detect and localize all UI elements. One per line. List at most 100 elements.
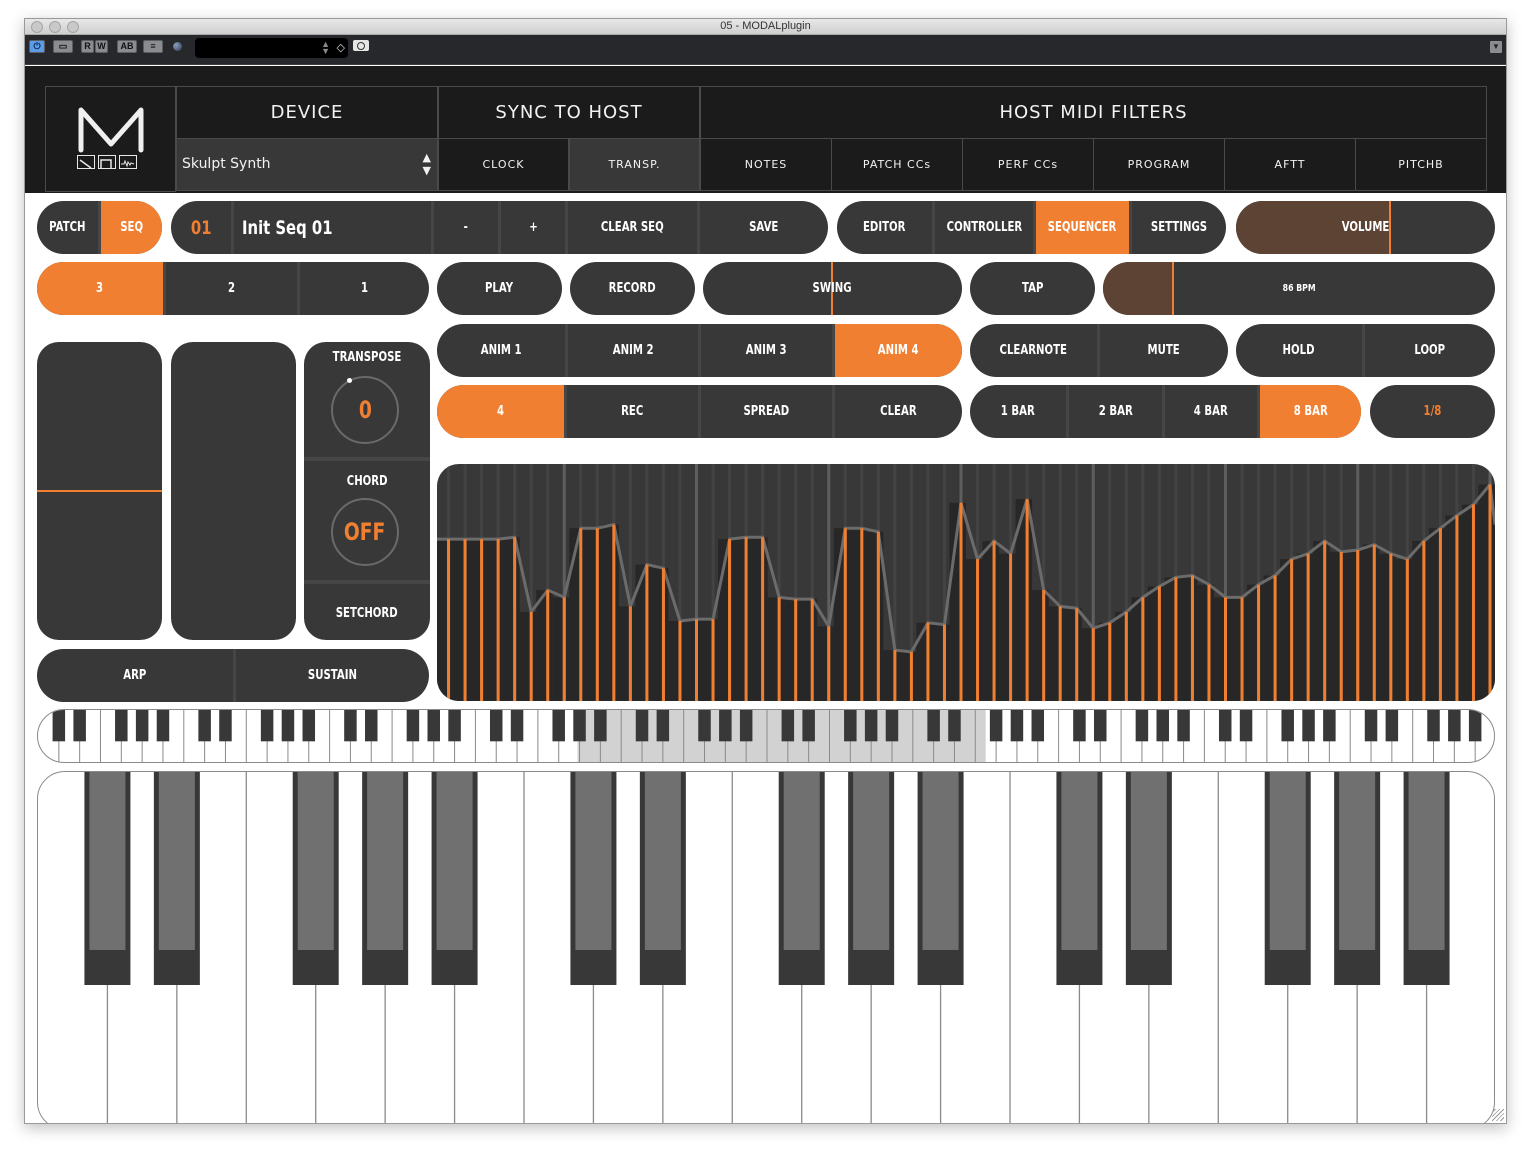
mini-black-key[interactable] bbox=[1281, 710, 1294, 742]
record-button[interactable]: RECORD bbox=[570, 262, 695, 315]
sequencer-graph[interactable] bbox=[437, 464, 1495, 701]
mini-black-key[interactable] bbox=[927, 710, 940, 742]
mini-black-key[interactable] bbox=[989, 710, 1003, 742]
mini-black-key[interactable] bbox=[344, 710, 357, 742]
black-key[interactable] bbox=[639, 772, 686, 985]
arp-button[interactable]: ARP bbox=[37, 649, 233, 702]
black-key[interactable] bbox=[84, 772, 131, 985]
setchord-button[interactable]: SETCHORD bbox=[304, 606, 430, 621]
tap-tempo-button[interactable]: TAP bbox=[970, 262, 1095, 315]
mini-black-key[interactable] bbox=[594, 710, 607, 742]
mini-black-key[interactable] bbox=[802, 710, 815, 742]
piano-keyboard[interactable] bbox=[37, 771, 1495, 1123]
compare-button[interactable]: ▭ bbox=[53, 40, 73, 53]
black-key[interactable] bbox=[292, 772, 339, 985]
mod-strip[interactable] bbox=[171, 342, 296, 640]
filter-patch-ccs-toggle[interactable]: PATCH CCs bbox=[831, 138, 963, 191]
mini-black-key[interactable] bbox=[864, 710, 878, 742]
mini-black-key[interactable] bbox=[406, 710, 420, 742]
anim-3-button[interactable]: ANIM 3 bbox=[698, 324, 832, 377]
write-button[interactable]: W bbox=[95, 40, 108, 53]
tab-editor[interactable]: EDITOR bbox=[837, 201, 932, 254]
mini-black-key[interactable] bbox=[1302, 710, 1315, 742]
mini-black-key[interactable] bbox=[281, 710, 295, 742]
black-key[interactable] bbox=[1056, 772, 1103, 985]
mute-button[interactable]: MUTE bbox=[1097, 324, 1228, 377]
black-key[interactable] bbox=[1264, 772, 1311, 985]
bpm-slider[interactable]: 86 BPM bbox=[1103, 262, 1495, 315]
mini-black-key[interactable] bbox=[219, 710, 232, 742]
mini-black-key[interactable] bbox=[1177, 710, 1190, 742]
host-menu-button[interactable]: ≡ bbox=[143, 40, 163, 53]
mini-black-key[interactable] bbox=[1448, 710, 1461, 742]
mini-black-key[interactable] bbox=[1094, 710, 1107, 742]
filter-notes-toggle[interactable]: NOTES bbox=[700, 138, 832, 191]
save-button[interactable]: SAVE bbox=[697, 201, 828, 254]
mini-black-key[interactable] bbox=[489, 710, 503, 742]
1-bar-button[interactable]: 1 BAR bbox=[970, 385, 1066, 438]
mini-black-key[interactable] bbox=[698, 710, 711, 742]
sustain-button[interactable]: SUSTAIN bbox=[233, 649, 429, 702]
power-button[interactable]: ⏻ bbox=[29, 40, 45, 53]
filter-pitchb-toggle[interactable]: PITCHB bbox=[1355, 138, 1487, 191]
mini-black-key[interactable] bbox=[115, 710, 128, 742]
preset-selector[interactable]: ▲ ▼ ◇ bbox=[195, 38, 348, 58]
chord-knob[interactable]: OFF bbox=[331, 498, 399, 566]
mini-black-key[interactable] bbox=[156, 710, 170, 742]
mini-black-key[interactable] bbox=[948, 710, 961, 742]
keyboard-range-selector[interactable] bbox=[37, 709, 1495, 763]
black-key[interactable] bbox=[848, 772, 895, 985]
mini-black-key[interactable] bbox=[198, 710, 211, 742]
hold-button[interactable]: HOLD bbox=[1236, 324, 1362, 377]
mini-black-key[interactable] bbox=[635, 710, 649, 742]
black-key[interactable] bbox=[1403, 772, 1450, 985]
mini-black-key[interactable] bbox=[510, 710, 524, 742]
filter-program-toggle[interactable]: PROGRAM bbox=[1093, 138, 1225, 191]
filter-perf-ccs-toggle[interactable]: PERF CCs bbox=[962, 138, 1094, 191]
4-bar-button[interactable]: 4 BAR bbox=[1162, 385, 1257, 438]
black-key[interactable] bbox=[431, 772, 478, 985]
diamond-icon[interactable]: ◇ bbox=[337, 41, 345, 54]
updown-arrows-icon[interactable]: ▲ ▼ bbox=[321, 40, 330, 56]
tab-controller[interactable]: CONTROLLER bbox=[932, 201, 1033, 254]
loop-button[interactable]: LOOP bbox=[1362, 324, 1495, 377]
transpose-knob[interactable]: 0 bbox=[331, 376, 399, 444]
mini-black-key[interactable] bbox=[302, 710, 316, 742]
mini-black-key[interactable] bbox=[1427, 710, 1440, 742]
8-bar-button[interactable]: 8 BAR bbox=[1257, 385, 1361, 438]
volume-slider[interactable]: VOLUME bbox=[1236, 201, 1495, 254]
clear-seq-button[interactable]: CLEAR SEQ bbox=[565, 201, 697, 254]
black-key[interactable] bbox=[570, 772, 617, 985]
mini-black-key[interactable] bbox=[719, 710, 732, 742]
patch-mode-button[interactable]: PATCH bbox=[37, 201, 98, 254]
mini-black-key[interactable] bbox=[1323, 710, 1336, 742]
mini-black-key[interactable] bbox=[1073, 710, 1086, 742]
swing-slider[interactable]: SWING bbox=[703, 262, 962, 315]
mini-black-key[interactable] bbox=[1468, 710, 1482, 742]
mini-black-key[interactable] bbox=[552, 710, 565, 742]
anim-2-button[interactable]: ANIM 2 bbox=[565, 324, 698, 377]
triangle-down-icon[interactable]: ▼ bbox=[1490, 41, 1502, 53]
octave-2-button[interactable]: 2 bbox=[163, 262, 297, 315]
seq-number[interactable]: 01 bbox=[171, 201, 231, 254]
2-bar-button[interactable]: 2 BAR bbox=[1066, 385, 1162, 438]
mini-black-key[interactable] bbox=[1385, 710, 1399, 742]
mini-black-key[interactable] bbox=[1156, 710, 1169, 742]
mini-black-key[interactable] bbox=[656, 710, 670, 742]
black-key[interactable] bbox=[778, 772, 825, 985]
anim-4-button[interactable]: ANIM 4 bbox=[832, 324, 962, 377]
read-button[interactable]: R bbox=[81, 40, 94, 53]
seq-mode-button[interactable]: SEQ bbox=[98, 201, 162, 254]
anim-clear-button[interactable]: CLEAR bbox=[832, 385, 962, 438]
clearnote-button[interactable]: CLEARNOTE bbox=[970, 324, 1097, 377]
black-key[interactable] bbox=[917, 772, 964, 985]
mini-black-key[interactable] bbox=[739, 710, 753, 742]
mini-black-key[interactable] bbox=[260, 710, 274, 742]
mini-black-key[interactable] bbox=[1031, 710, 1045, 742]
ab-button[interactable]: AB bbox=[117, 40, 137, 53]
mini-black-key[interactable] bbox=[1218, 710, 1232, 742]
seq-name-field[interactable]: Init Seq 01 bbox=[231, 201, 431, 254]
mini-black-key[interactable] bbox=[427, 710, 440, 742]
seq-next-button[interactable]: + bbox=[498, 201, 565, 254]
camera-icon[interactable] bbox=[353, 40, 369, 51]
